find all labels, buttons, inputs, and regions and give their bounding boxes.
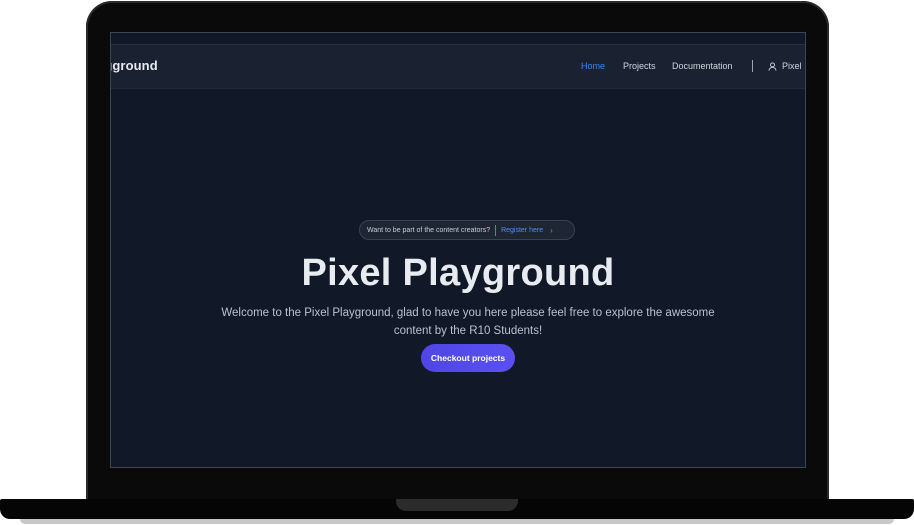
- hero-title: Pixel Playground: [301, 252, 615, 294]
- navbar: ygground Home Projects Documentation Pix…: [111, 45, 805, 89]
- nav-link-documentation[interactable]: Documentation: [672, 61, 733, 71]
- hero-subtitle: Welcome to the Pixel Playground, glad to…: [221, 307, 715, 337]
- browser-viewport: ygground Home Projects Documentation Pix…: [110, 32, 806, 468]
- announcement-text: Want to be part of the content creators?: [367, 226, 491, 234]
- brand-logo[interactable]: ygground: [111, 58, 158, 73]
- chevron-right-icon[interactable]: ›: [550, 226, 553, 235]
- top-strip: [111, 33, 805, 45]
- user-label: Pixel: [782, 61, 802, 71]
- nav-link-home[interactable]: Home: [581, 61, 605, 71]
- nav-link-projects[interactable]: Projects: [623, 61, 656, 71]
- announcement-separator: [495, 224, 497, 236]
- user-menu[interactable]: Pixel: [768, 61, 802, 71]
- checkout-projects-button[interactable]: Checkout projects: [421, 344, 515, 372]
- register-link[interactable]: Register here: [501, 227, 543, 234]
- laptop-notch: [396, 499, 518, 511]
- user-icon: [768, 61, 777, 71]
- announcement-pill: Want to be part of the content creators?…: [359, 220, 575, 240]
- laptop-base-shadow: [20, 519, 894, 524]
- nav-divider: [752, 60, 753, 72]
